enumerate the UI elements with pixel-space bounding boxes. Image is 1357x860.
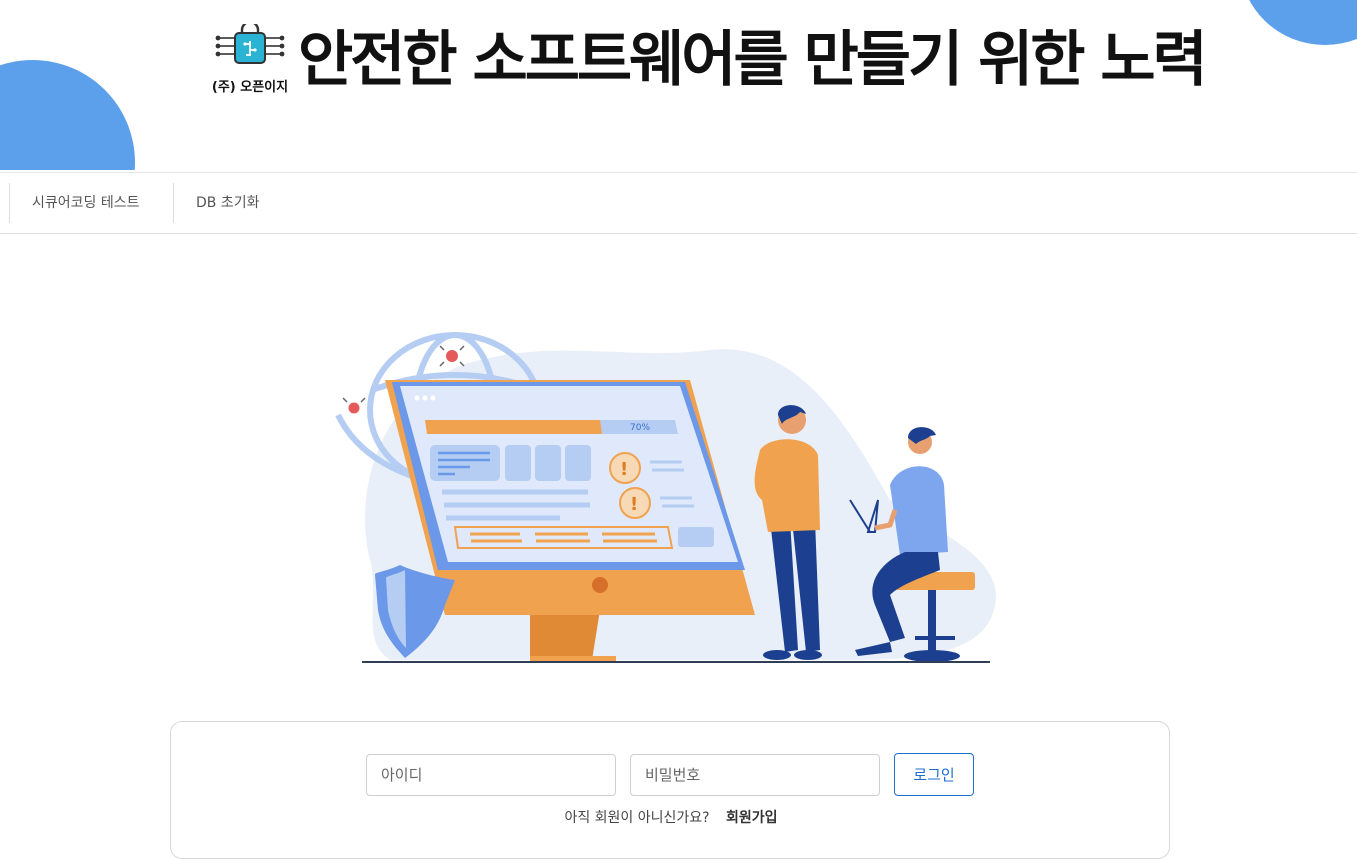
warning-icon: ! [609, 452, 641, 484]
page-title: 안전한 소프트웨어를 만들기 위한 노력 [298, 25, 1208, 95]
nav-item-db-reset[interactable]: DB 초기화 [173, 183, 281, 223]
progress-label: 70% [630, 423, 650, 433]
username-input[interactable] [366, 754, 616, 796]
header: (주) 오픈이지 안전한 소프트웨어를 만들기 위한 노력 [0, 0, 1357, 172]
hero-illustration: 70% ! ! [330, 320, 1010, 670]
login-panel: 로그인 아직 회원이 아니신가요? 회원가입 [170, 721, 1170, 859]
lock-circuit-icon [215, 20, 285, 64]
login-button[interactable]: 로그인 [894, 753, 974, 796]
svg-text:!: ! [630, 494, 638, 515]
nav-item-secure-coding-test[interactable]: 시큐어코딩 테스트 [9, 183, 162, 223]
password-input[interactable] [630, 754, 880, 796]
bug-icon [439, 345, 465, 367]
svg-text:!: ! [620, 459, 628, 480]
monitor-stand [530, 610, 600, 660]
bug-icon [342, 397, 366, 414]
company-logo[interactable]: (주) 오픈이지 [209, 20, 291, 95]
signup-row: 아직 회원이 아니신가요? 회원가입 [171, 807, 1171, 827]
main-nav: 시큐어코딩 테스트 DB 초기화 [0, 172, 1357, 234]
signup-link[interactable]: 회원가입 [726, 810, 778, 826]
company-name: (주) 오픈이지 [211, 80, 289, 95]
warning-icon: ! [619, 487, 651, 519]
signup-prompt: 아직 회원이 아니신가요? [564, 810, 710, 826]
progress-bar: 70% [425, 420, 678, 434]
